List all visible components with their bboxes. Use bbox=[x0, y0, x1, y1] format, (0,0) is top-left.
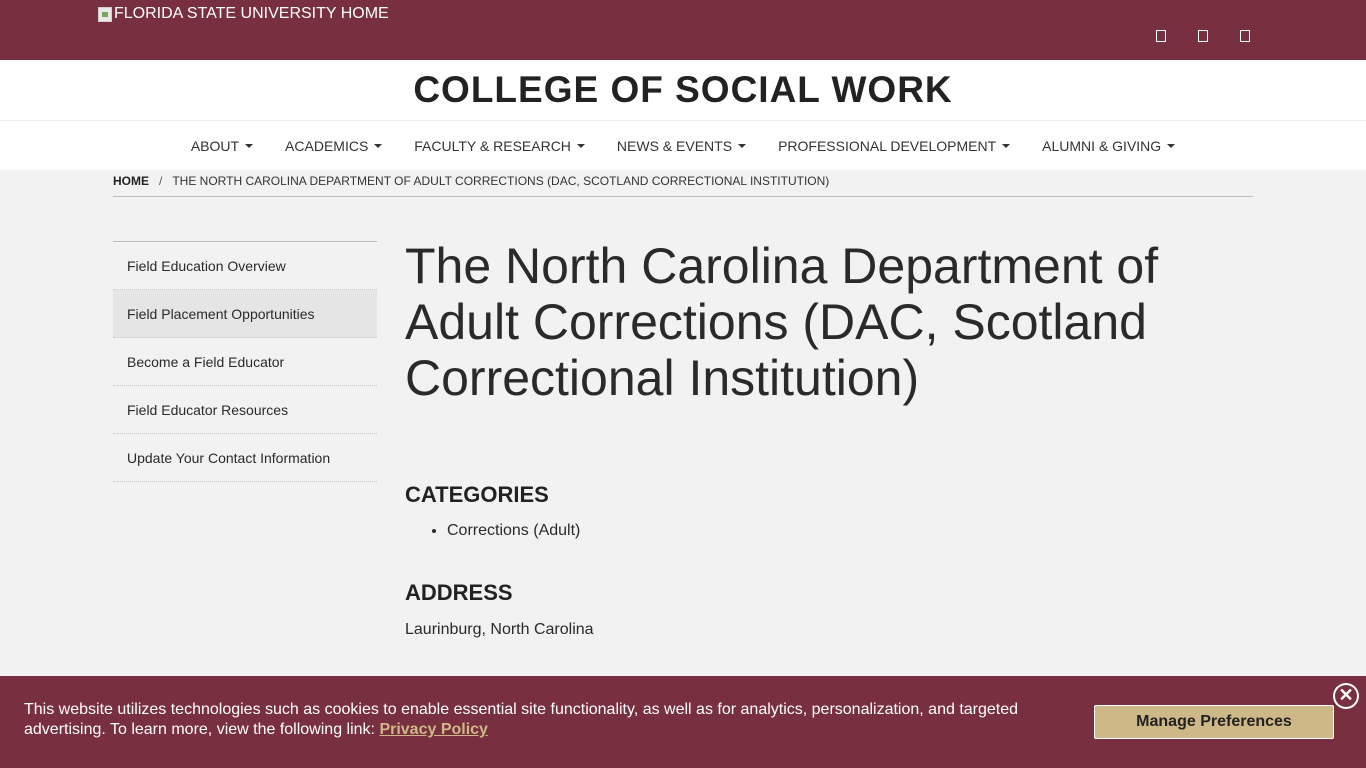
address-heading: ADDRESS bbox=[405, 580, 513, 605]
manage-preferences-button[interactable]: Manage Preferences bbox=[1094, 705, 1334, 739]
nav-label: PROFESSIONAL DEVELOPMENT bbox=[778, 138, 997, 154]
search-icon[interactable] bbox=[1156, 30, 1166, 42]
nav-label: ACADEMICS bbox=[285, 138, 369, 154]
sidebar-item-label: Update Your Contact Information bbox=[127, 449, 331, 466]
breadcrumb-current: THE NORTH CAROLINA DEPARTMENT OF ADULT C… bbox=[172, 174, 830, 188]
nav-label: ABOUT bbox=[190, 138, 240, 154]
page-title: The North Carolina Department of Adult C… bbox=[405, 238, 1159, 406]
university-home-text: FLORIDA STATE UNIVERSITY HOME bbox=[114, 5, 389, 22]
sidebar-item-field-education-overview[interactable]: Field Education Overview bbox=[113, 242, 377, 290]
close-icon: ✕ bbox=[1335, 685, 1357, 707]
sidebar-item-update-contact-information[interactable]: Update Your Contact Information bbox=[113, 434, 377, 482]
main-navigation: ABOUT ACADEMICS FACULTY & RESEARCH NEWS … bbox=[0, 120, 1366, 170]
breadcrumb: HOME / THE NORTH CAROLINA DEPARTMENT OF … bbox=[113, 174, 1253, 197]
menu-icon[interactable] bbox=[1240, 30, 1250, 42]
caret-down-icon bbox=[576, 144, 585, 148]
address-text: Laurinburg, North Carolina bbox=[405, 621, 594, 638]
university-home-link[interactable]: FLORIDA STATE UNIVERSITY HOME bbox=[98, 5, 389, 23]
calendar-icon[interactable] bbox=[1198, 30, 1208, 42]
broken-image-icon bbox=[98, 6, 112, 22]
caret-down-icon bbox=[374, 144, 383, 148]
breadcrumb-home-link[interactable]: HOME bbox=[113, 174, 149, 188]
college-header: COLLEGE OF SOCIAL WORK bbox=[0, 60, 1366, 120]
sidebar-item-field-placement-opportunities[interactable]: Field Placement Opportunities bbox=[113, 290, 377, 338]
caret-down-icon bbox=[738, 144, 747, 148]
sidebar-item-label: Field Placement Opportunities bbox=[127, 305, 315, 322]
nav-item-academics[interactable]: ACADEMICS bbox=[269, 138, 398, 154]
breadcrumb-separator: / bbox=[159, 174, 163, 188]
nav-item-about[interactable]: ABOUT bbox=[175, 138, 269, 154]
privacy-policy-link[interactable]: Privacy Policy bbox=[379, 721, 488, 738]
utility-icons bbox=[1156, 30, 1250, 42]
close-banner-button[interactable]: ✕ bbox=[1333, 683, 1359, 709]
nav-label: NEWS & EVENTS bbox=[616, 138, 733, 154]
sidebar-item-label: Become a Field Educator bbox=[127, 353, 285, 370]
categories-heading: CATEGORIES bbox=[405, 482, 549, 507]
caret-down-icon bbox=[1167, 144, 1176, 148]
cookie-banner: This website utilizes technologies such … bbox=[0, 676, 1366, 768]
categories-list: Corrections (Adult) bbox=[447, 522, 580, 540]
nav-item-professional-development[interactable]: PROFESSIONAL DEVELOPMENT bbox=[762, 138, 1026, 154]
main-content: The North Carolina Department of Adult C… bbox=[405, 238, 1265, 638]
sidebar-item-field-educator-resources[interactable]: Field Educator Resources bbox=[113, 386, 377, 434]
cookie-message-text: This website utilizes technologies such … bbox=[24, 701, 1019, 738]
category-item: Corrections (Adult) bbox=[447, 522, 580, 540]
nav-item-alumni-giving[interactable]: ALUMNI & GIVING bbox=[1026, 138, 1191, 154]
nav-item-news-events[interactable]: NEWS & EVENTS bbox=[601, 138, 762, 154]
college-title[interactable]: COLLEGE OF SOCIAL WORK bbox=[0, 60, 1366, 120]
sidebar-nav: Field Education Overview Field Placement… bbox=[113, 241, 377, 482]
nav-item-faculty-research[interactable]: FACULTY & RESEARCH bbox=[398, 138, 601, 154]
nav-label: FACULTY & RESEARCH bbox=[414, 138, 571, 154]
caret-down-icon bbox=[245, 144, 254, 148]
top-bar: FLORIDA STATE UNIVERSITY HOME bbox=[0, 0, 1366, 60]
caret-down-icon bbox=[1002, 144, 1011, 148]
nav-label: ALUMNI & GIVING bbox=[1042, 138, 1162, 154]
cookie-message: This website utilizes technologies such … bbox=[24, 700, 1054, 740]
sidebar-item-label: Field Education Overview bbox=[127, 257, 286, 274]
sidebar-item-become-field-educator[interactable]: Become a Field Educator bbox=[113, 338, 377, 386]
sidebar-item-label: Field Educator Resources bbox=[127, 401, 289, 418]
